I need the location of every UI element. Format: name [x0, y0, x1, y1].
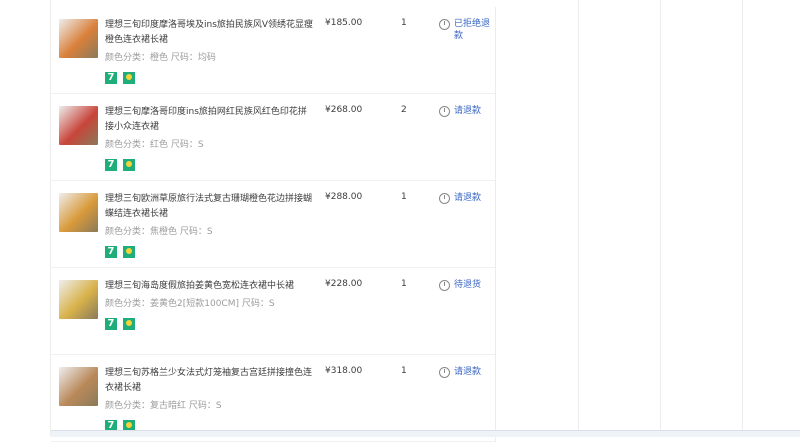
order-item-row: 理想三旬苏格兰少女法式灯笼袖复古宫廷拼接撞色连衣裙长裙 颜色分类：复古暗红 尺码…: [51, 355, 495, 442]
timer-icon: [439, 106, 450, 117]
quantity: 2: [401, 105, 407, 115]
unit-price: ¥228.00: [325, 279, 363, 289]
divider: [660, 0, 661, 436]
refund-status-link[interactable]: 已拒绝退款: [454, 18, 495, 42]
refund-status-link[interactable]: 请退款: [454, 366, 481, 378]
unit-price: ¥288.00: [325, 192, 363, 202]
timer-icon: [439, 19, 450, 30]
unit-price: ¥318.00: [325, 366, 363, 376]
divider: [742, 0, 743, 436]
refund-status-link[interactable]: 请退款: [454, 192, 481, 204]
divider: [578, 0, 579, 436]
product-thumbnail[interactable]: [59, 19, 98, 58]
timer-icon: [439, 280, 450, 291]
unit-price: ¥185.00: [325, 18, 363, 28]
product-title-link[interactable]: 理想三旬摩洛哥印度ins旅拍网红民族风红色印花拼接小众连衣裙: [105, 105, 315, 135]
product-sku: 颜色分类：姜黄色2[短款100CM] 尺码：S: [105, 299, 275, 309]
product-thumbnail[interactable]: [59, 367, 98, 406]
product-thumbnail[interactable]: [59, 106, 98, 145]
product-title-link[interactable]: 理想三旬苏格兰少女法式灯笼袖复古宫廷拼接撞色连衣裙长裙: [105, 366, 315, 396]
flower-service-badge-icon[interactable]: [123, 246, 135, 258]
order-item-row: 理想三旬欧洲草原旅行法式复古珊瑚橙色花边拼接蝴蝶结连衣裙长裙 颜色分类：焦橙色 …: [51, 181, 495, 268]
refund-status-link[interactable]: 待退货: [454, 279, 481, 291]
product-title-link[interactable]: 理想三旬欧洲草原旅行法式复古珊瑚橙色花边拼接蝴蝶结连衣裙长裙: [105, 192, 315, 222]
timer-icon: [439, 193, 450, 204]
product-sku: 颜色分类：焦橙色 尺码：S: [105, 227, 213, 237]
product-thumbnail[interactable]: [59, 193, 98, 232]
product-thumbnail[interactable]: [59, 280, 98, 319]
quantity: 1: [401, 279, 407, 289]
order-item-row: 理想三旬印度摩洛哥埃及ins旅拍民族风V领绣花显瘦橙色连衣裙长裙 颜色分类：橙色…: [51, 7, 495, 94]
order-item-row: 理想三旬海岛度假旅拍姜黄色宽松连衣裙中长裙 颜色分类：姜黄色2[短款100CM]…: [51, 268, 495, 355]
quantity: 1: [401, 18, 407, 28]
product-sku: 颜色分类：复古暗红 尺码：S: [105, 401, 222, 411]
flower-service-badge-icon[interactable]: [123, 159, 135, 171]
flower-service-badge-icon[interactable]: [123, 72, 135, 84]
quantity: 1: [401, 366, 407, 376]
product-sku: 颜色分类：橙色 尺码：均码: [105, 53, 216, 63]
product-title-link[interactable]: 理想三旬海岛度假旅拍姜黄色宽松连衣裙中长裙: [105, 279, 315, 294]
seven-day-return-badge-icon[interactable]: 7: [105, 318, 117, 330]
seven-day-return-badge-icon[interactable]: 7: [105, 72, 117, 84]
unit-price: ¥268.00: [325, 105, 363, 115]
quantity: 1: [401, 192, 407, 202]
product-sku: 颜色分类：红色 尺码：S: [105, 140, 204, 150]
timer-icon: [439, 367, 450, 378]
order-items-list: 理想三旬印度摩洛哥埃及ins旅拍民族风V领绣花显瘦橙色连衣裙长裙 颜色分类：橙色…: [51, 7, 496, 442]
refund-status-link[interactable]: 请退款: [454, 105, 481, 117]
product-title-link[interactable]: 理想三旬印度摩洛哥埃及ins旅拍民族风V领绣花显瘦橙色连衣裙长裙: [105, 18, 315, 48]
seven-day-return-badge-icon[interactable]: 7: [105, 246, 117, 258]
seven-day-return-badge-icon[interactable]: 7: [105, 159, 117, 171]
order-item-row: 理想三旬摩洛哥印度ins旅拍网红民族风红色印花拼接小众连衣裙 颜色分类：红色 尺…: [51, 94, 495, 181]
flower-service-badge-icon[interactable]: [123, 318, 135, 330]
